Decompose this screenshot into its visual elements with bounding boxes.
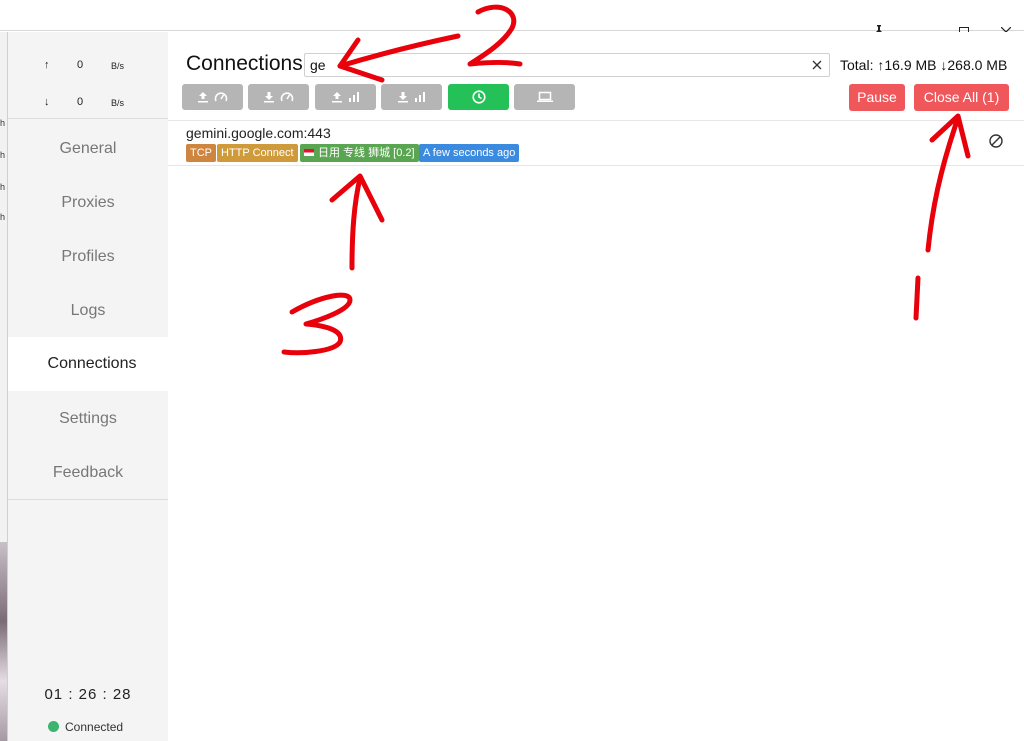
sidebar-item-general[interactable]: General (8, 126, 168, 172)
download-icon (398, 92, 408, 103)
upload-arrow-icon: ↑ (44, 59, 50, 71)
connection-row[interactable]: gemini.google.com:443 TCP HTTP Connect 日… (168, 121, 1024, 166)
close-all-button[interactable]: Close All (1) (914, 84, 1009, 111)
upload-icon (332, 92, 342, 103)
page-title: Connections (186, 52, 303, 75)
sidebar-item-proxies[interactable]: Proxies (8, 180, 168, 226)
time-tag: A few seconds ago (419, 144, 520, 162)
laptop-icon (536, 91, 553, 102)
connections-panel: Connections Total: ↑16.9 MB ↓268.0 MB Pa… (168, 32, 1024, 741)
search-clear-icon[interactable] (808, 56, 826, 74)
connection-status: Connected (48, 720, 123, 734)
download-arrow-icon: ↓ (44, 96, 50, 108)
proxy-chain-tag: 日用 专线 狮城 [0.2] (300, 144, 419, 162)
upload-icon (198, 92, 208, 103)
proxy-chain-label: 日用 专线 狮城 [0.2] (318, 147, 415, 159)
connection-host: gemini.google.com:443 (186, 125, 331, 141)
type-tag: HTTP Connect (217, 144, 298, 162)
singapore-flag-icon (304, 149, 314, 156)
download-speed: ↓ 0 B/s (8, 93, 168, 113)
sort-time-button[interactable] (448, 84, 509, 110)
sidebar-item-profiles[interactable]: Profiles (8, 234, 168, 280)
clock-icon (471, 90, 486, 104)
network-tag: TCP (186, 144, 216, 162)
bar-chart-icon (415, 92, 425, 102)
uptime-timer: 01 : 26 : 28 (44, 686, 132, 703)
background-window: h h h h (0, 32, 8, 741)
sort-upload-speed-button[interactable] (182, 84, 243, 110)
bar-chart-icon (349, 92, 359, 102)
download-icon (264, 92, 274, 103)
download-speed-value: 0 (77, 96, 84, 108)
search-input[interactable] (304, 53, 830, 77)
divider (8, 118, 168, 119)
sort-download-total-button[interactable] (381, 84, 442, 110)
status-dot-icon (48, 721, 59, 732)
sidebar-item-feedback[interactable]: Feedback (8, 450, 168, 496)
close-connection-icon[interactable] (988, 133, 1006, 151)
sidebar-item-logs[interactable]: Logs (8, 288, 168, 334)
speedometer-icon (214, 92, 228, 102)
download-speed-unit: B/s (111, 98, 125, 108)
sort-upload-total-button[interactable] (315, 84, 376, 110)
speedometer-icon (280, 92, 294, 102)
upload-speed-value: 0 (77, 59, 84, 71)
upload-speed-unit: B/s (111, 61, 125, 71)
status-label: Connected (65, 720, 124, 734)
total-traffic: Total: ↑16.9 MB ↓268.0 MB (840, 57, 1008, 73)
pause-button[interactable]: Pause (849, 84, 905, 111)
sidebar-item-settings[interactable]: Settings (8, 396, 168, 442)
upload-speed: ↑ 0 B/s (8, 56, 168, 76)
sidebar: ↑ 0 B/s ↓ 0 B/s General Proxies Profiles… (8, 32, 176, 741)
sort-process-button[interactable] (514, 84, 575, 110)
sort-download-speed-button[interactable] (248, 84, 309, 110)
sidebar-item-connections[interactable]: Connections (8, 337, 176, 391)
divider (8, 499, 168, 500)
